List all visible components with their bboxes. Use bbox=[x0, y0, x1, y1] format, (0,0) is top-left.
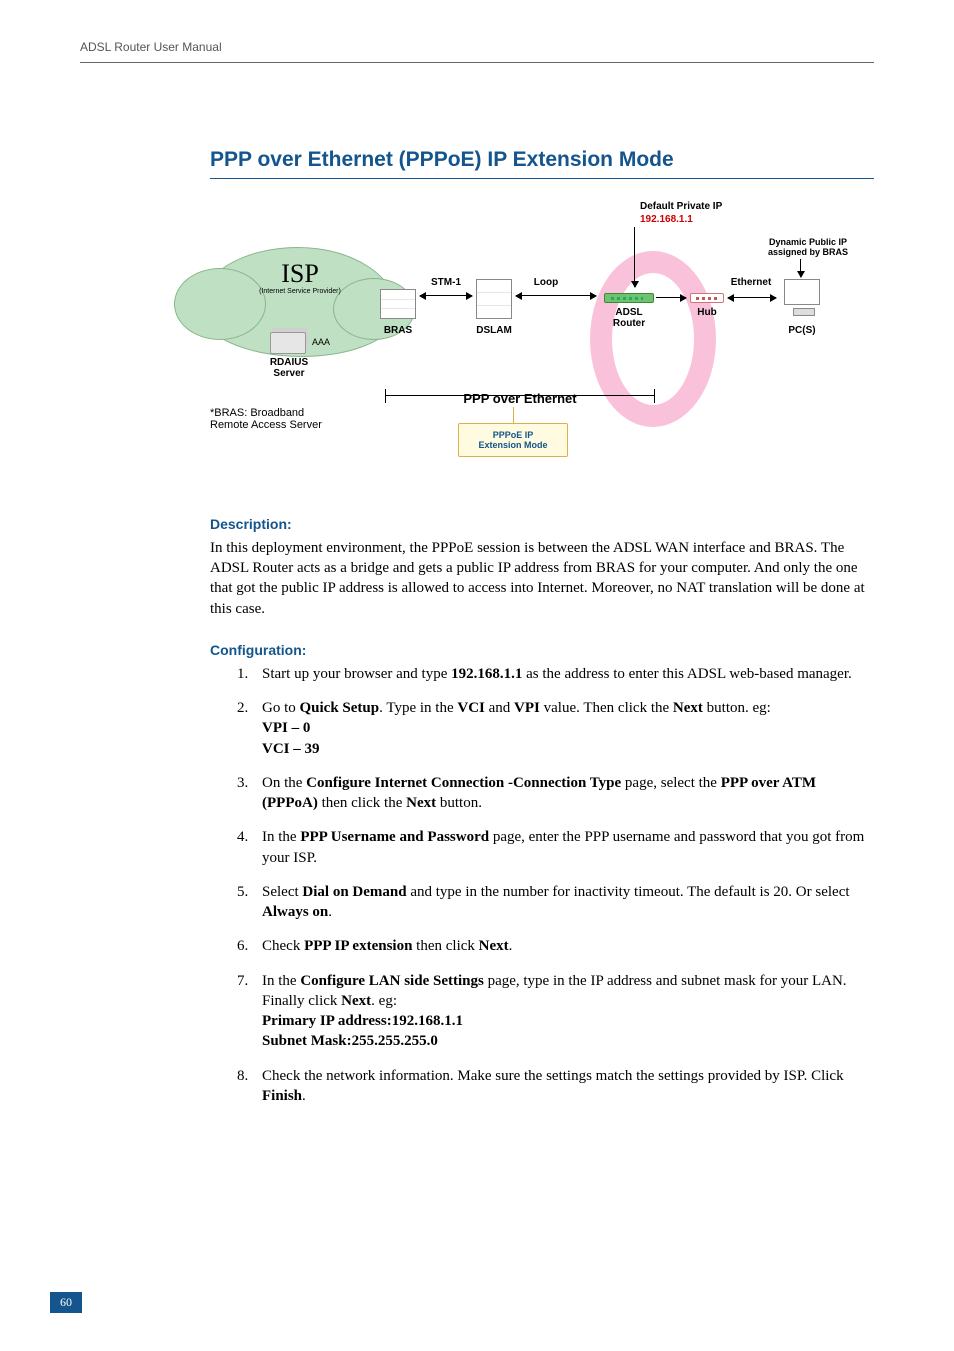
ppp-span-label: PPP over Ethernet bbox=[440, 391, 600, 406]
bras-icon bbox=[380, 289, 416, 319]
pppoe-mode-callout: PPPoE IP Extension Mode bbox=[458, 423, 568, 457]
ethernet-link bbox=[728, 297, 776, 298]
hub-icon bbox=[690, 293, 724, 303]
text: button. bbox=[436, 795, 482, 811]
ui-ref: Next bbox=[479, 938, 509, 954]
text: . Type in the bbox=[379, 700, 457, 716]
ui-ref: Finish bbox=[262, 1088, 302, 1104]
vci-value: VCI – 39 bbox=[262, 741, 320, 757]
text: Go to bbox=[262, 700, 300, 716]
text: . eg: bbox=[371, 993, 397, 1009]
ip-address: 192.168.1.1 bbox=[451, 666, 522, 682]
stm1-link bbox=[420, 295, 472, 296]
isp-label: ISP bbox=[240, 259, 360, 289]
dslam-icon bbox=[476, 279, 512, 319]
text: Select bbox=[262, 884, 302, 900]
text: button. eg: bbox=[703, 700, 771, 716]
text: . bbox=[302, 1088, 306, 1104]
router-hub-link bbox=[656, 297, 686, 298]
ethernet-label: Ethernet bbox=[722, 277, 780, 288]
loop-label: Loop bbox=[526, 277, 566, 288]
step-8: Check the network information. Make sure… bbox=[252, 1066, 874, 1107]
ui-ref: VPI bbox=[514, 700, 540, 716]
dslam-label: DSLAM bbox=[466, 325, 522, 336]
text: as the address to enter this ADSL web-ba… bbox=[522, 666, 851, 682]
step-1: Start up your browser and type 192.168.1… bbox=[252, 664, 874, 684]
bras-note: *BRAS: Broadband Remote Access Server bbox=[210, 407, 322, 431]
description-text: In this deployment environment, the PPPo… bbox=[210, 538, 874, 619]
running-header: ADSL Router User Manual bbox=[80, 40, 874, 63]
ui-ref: Quick Setup bbox=[300, 700, 380, 716]
ui-ref: Next bbox=[406, 795, 436, 811]
step-6: Check PPP IP extension then click Next. bbox=[252, 936, 874, 956]
text: In the bbox=[262, 973, 300, 989]
subnet-mask: Subnet Mask:255.255.255.0 bbox=[262, 1033, 438, 1049]
ui-ref: Always on bbox=[262, 904, 328, 920]
text: In the bbox=[262, 829, 300, 845]
adsl-router-label: ADSL Router bbox=[598, 307, 660, 329]
radius-label: RDAIUS Server bbox=[254, 357, 324, 379]
description-heading: Description: bbox=[210, 515, 874, 534]
ui-ref: Dial on Demand bbox=[302, 884, 406, 900]
pppoe-scope-icon bbox=[590, 251, 716, 427]
bras-label: BRAS bbox=[370, 325, 426, 336]
default-ip-title: Default Private IP bbox=[640, 201, 770, 212]
aaa-server-icon bbox=[270, 332, 306, 354]
step-5: Select Dial on Demand and type in the nu… bbox=[252, 882, 874, 923]
dyn-ip-arrow bbox=[800, 259, 801, 277]
text: Start up your browser and type bbox=[262, 666, 451, 682]
pc-label: PC(S) bbox=[774, 325, 830, 336]
callout-connector bbox=[513, 407, 514, 423]
text: then click the bbox=[318, 795, 406, 811]
default-ip-arrow bbox=[634, 227, 635, 287]
vpi-value: VPI – 0 bbox=[262, 720, 310, 736]
ui-ref: Next bbox=[673, 700, 703, 716]
default-ip-value: 192.168.1.1 bbox=[640, 214, 760, 225]
content-body: Description: In this deployment environm… bbox=[210, 515, 874, 1106]
text: page, select the bbox=[621, 775, 721, 791]
ui-ref: Configure Internet Connection -Connectio… bbox=[306, 775, 621, 791]
text: value. Then click the bbox=[540, 700, 673, 716]
section-title: PPP over Ethernet (PPPoE) IP Extension M… bbox=[210, 148, 874, 179]
step-4: In the PPP Username and Password page, e… bbox=[252, 827, 874, 868]
adsl-router-icon bbox=[604, 293, 654, 303]
step-7: In the Configure LAN side Settings page,… bbox=[252, 971, 874, 1052]
pc-icon bbox=[784, 279, 820, 305]
text: . bbox=[328, 904, 332, 920]
ui-ref: VCI bbox=[457, 700, 485, 716]
loop-link bbox=[516, 295, 596, 296]
step-3: On the Configure Internet Connection -Co… bbox=[252, 773, 874, 814]
ui-ref: Configure LAN side Settings bbox=[300, 973, 484, 989]
aaa-label: AAA bbox=[312, 337, 330, 347]
configuration-heading: Configuration: bbox=[210, 641, 874, 660]
stm1-label: STM-1 bbox=[424, 277, 468, 288]
text: . bbox=[509, 938, 513, 954]
isp-sublabel: (Internet Service Provider) bbox=[230, 288, 370, 295]
text: Check the network information. Make sure… bbox=[262, 1068, 844, 1084]
primary-ip: Primary IP address:192.168.1.1 bbox=[262, 1013, 463, 1029]
text: then click bbox=[412, 938, 478, 954]
hub-label: Hub bbox=[684, 307, 730, 318]
text: Check bbox=[262, 938, 304, 954]
configuration-steps: Start up your browser and type 192.168.1… bbox=[210, 664, 874, 1106]
text: and type in the number for inactivity ti… bbox=[407, 884, 850, 900]
page-number: 60 bbox=[50, 1292, 82, 1313]
manual-page: ADSL Router User Manual PPP over Etherne… bbox=[0, 0, 954, 1351]
network-diagram: ISP (Internet Service Provider) AAA RDAI… bbox=[210, 197, 874, 493]
dyn-ip-label: Dynamic Public IP assigned by BRAS bbox=[748, 237, 868, 257]
ui-ref: PPP Username and Password bbox=[300, 829, 489, 845]
text: and bbox=[485, 700, 514, 716]
text: On the bbox=[262, 775, 306, 791]
step-2: Go to Quick Setup. Type in the VCI and V… bbox=[252, 698, 874, 759]
ui-ref: PPP IP extension bbox=[304, 938, 412, 954]
ui-ref: Next bbox=[341, 993, 371, 1009]
